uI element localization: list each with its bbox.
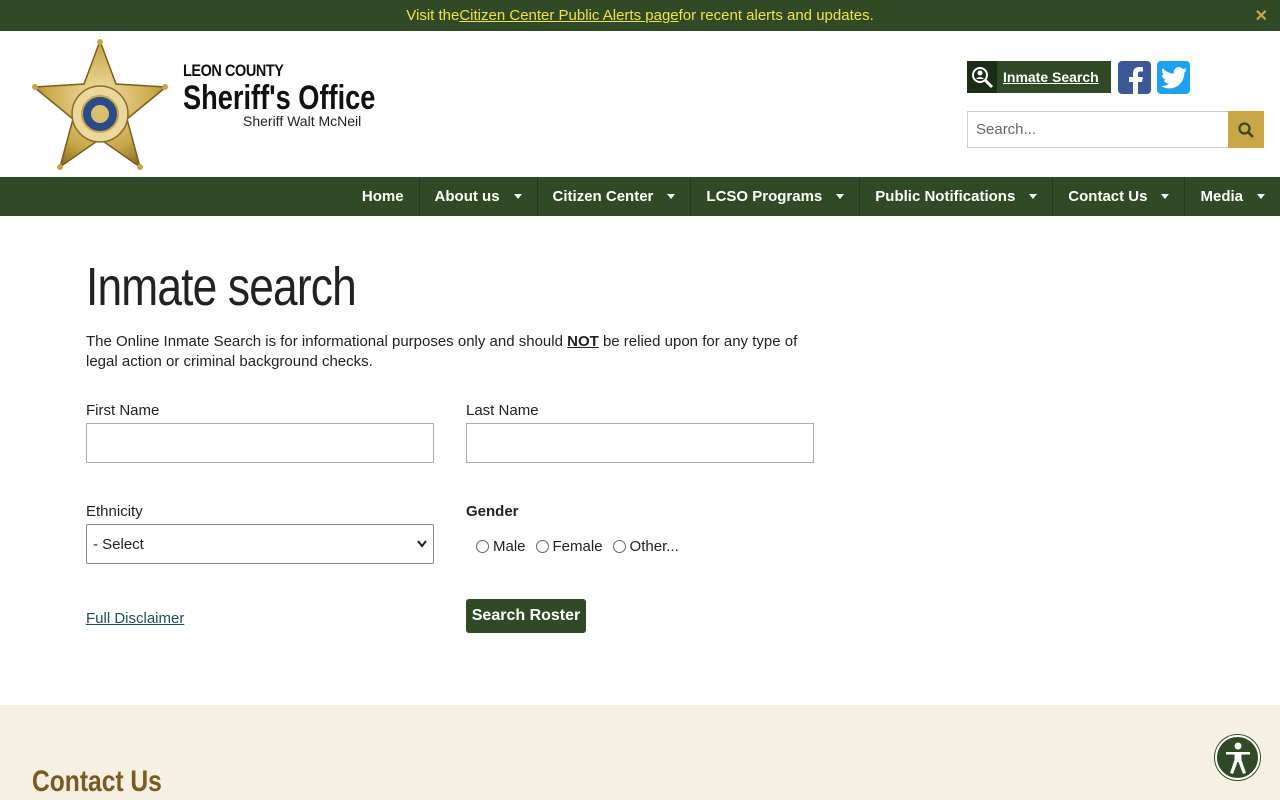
intro-not: NOT [567,333,599,350]
intro-before: The Online Inmate Search is for informat… [86,333,568,350]
alert-bar: Visit the Citizen Center Public Alerts p… [0,0,1280,31]
nav-label: About us [434,188,500,205]
nav-label: Media [1200,188,1243,205]
caret-down-icon [1257,194,1265,199]
nav-item-media[interactable]: Media [1184,177,1280,216]
twitter-icon[interactable] [1157,61,1190,94]
alert-prefix: Visit the [406,7,460,24]
main-nav: Home About us Citizen Center LCSO Progra… [0,177,1280,216]
caret-down-icon [836,194,845,199]
nav-item-lcso-programs[interactable]: LCSO Programs [690,177,859,216]
gender-female-radio[interactable] [535,540,549,553]
search-icon[interactable] [1228,111,1264,148]
gender-male-radio[interactable] [476,540,489,553]
facebook-icon[interactable] [1118,61,1151,94]
inmate-search-form: First Name Last Name Ethnicity - Select … [86,402,826,662]
caret-down-icon [667,194,676,199]
nav-label: Public Notifications [875,188,1016,205]
caret-down-icon [513,194,522,199]
nav-item-public-notifications[interactable]: Public Notifications [859,177,1052,216]
ethnicity-value: - Select [93,535,144,553]
caret-down-icon [1161,194,1170,199]
nav-label: LCSO Programs [706,188,823,205]
accessibility-icon[interactable] [1215,735,1260,780]
gender-radio-group: Male Female Other... [466,538,679,555]
site-search-input[interactable]: Search... [967,111,1228,148]
first-name-label: First Name [86,402,160,419]
gender-label: Gender [466,503,519,520]
ethnicity-label: Ethnicity [86,503,143,520]
magnifier-person-icon [967,61,997,93]
chevron-down-icon [417,540,427,548]
intro-text: The Online Inmate Search is for informat… [86,332,816,372]
brand-title[interactable]: LEON COUNTY Sheriff's Office Sheriff Wal… [183,61,423,129]
full-disclaimer-link[interactable]: Full Disclaimer [86,610,184,627]
gender-other-label: Other... [629,538,679,555]
nav-item-about-us[interactable]: About us [418,177,537,216]
nav-item-citizen-center[interactable]: Citizen Center [536,177,691,216]
footer-contact-title: Contact Us [32,765,162,798]
gender-other-radio[interactable] [612,540,626,553]
nav-item-contact-us[interactable]: Contact Us [1052,177,1184,216]
page-title: Inmate search [86,257,357,317]
site-header: LEON COUNTY Sheriff's Office Sheriff Wal… [0,31,1280,177]
last-name-field[interactable] [466,423,814,463]
nav-label: Citizen Center [552,188,654,205]
inmate-search-label: Inmate Search [1003,69,1099,85]
brand-office: Sheriff's Office [183,79,376,117]
sheriff-star-logo[interactable] [32,38,168,171]
footer: Contact Us [0,705,1280,800]
gender-female-label: Female [552,538,603,555]
last-name-label: Last Name [466,402,539,419]
nav-item-home[interactable]: Home [347,177,419,216]
nav-label: Home [361,188,404,205]
caret-down-icon [1029,194,1038,199]
ethnicity-select[interactable]: - Select [86,524,434,564]
alert-suffix: for recent alerts and updates. [678,7,874,24]
brand-county: LEON COUNTY [183,61,284,80]
nav-label: Contact Us [1068,188,1148,205]
gender-male-label: Male [493,538,526,555]
search-roster-button[interactable]: Search Roster [466,599,586,633]
close-icon[interactable]: ✕ [1255,6,1268,26]
main-content: Inmate search The Online Inmate Search i… [86,216,826,662]
first-name-field[interactable] [86,423,434,463]
public-alerts-link[interactable]: Citizen Center Public Alerts page [459,7,678,24]
inmate-search-button[interactable]: Inmate Search [967,61,1111,93]
